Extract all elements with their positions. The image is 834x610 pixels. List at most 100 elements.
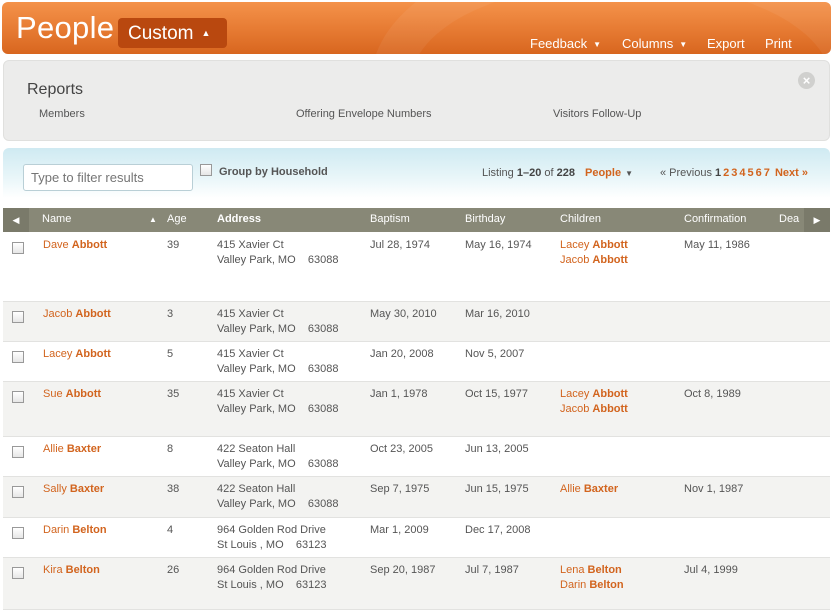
last-name: Abbott <box>65 388 102 400</box>
report-link-envelopes[interactable]: Offering Envelope Numbers <box>296 108 432 120</box>
first-name: Dave <box>43 239 69 251</box>
birthday-cell: Oct 15, 1977 <box>465 388 528 400</box>
page-link[interactable]: 5 <box>748 167 754 179</box>
page-link[interactable]: 7 <box>764 167 770 179</box>
table-row: Kira Belton 26 964 Golden Rod Drive St Loui… <box>3 558 830 610</box>
table-row: Sue Abbott 35 415 Xavier Ct Valley Park, MO… <box>3 382 830 437</box>
person-name-link[interactable]: Sue Abbott <box>43 387 101 402</box>
confirmation-cell: Nov 1, 1987 <box>684 483 744 495</box>
group-by-household-label: Group by Household <box>219 166 328 178</box>
first-name: Allie <box>43 443 64 455</box>
page-link[interactable]: 2 <box>723 167 729 179</box>
report-link-members[interactable]: Members <box>39 108 85 120</box>
group-by-household-checkbox[interactable] <box>200 164 212 176</box>
baptism-cell: Mar 1, 2009 <box>370 524 429 536</box>
columns-menu[interactable]: Columns ▼ <box>622 36 687 51</box>
address-line2: Valley Park, MO 63088 <box>217 254 339 266</box>
age-cell: 8 <box>167 443 174 455</box>
column-baptism[interactable]: Baptism <box>370 213 410 225</box>
baptism-cell: May 30, 2010 <box>370 308 437 320</box>
row-checkbox[interactable] <box>12 242 24 254</box>
child-link[interactable]: Lacey Abbott <box>560 387 628 402</box>
birthday-cell: May 16, 1974 <box>465 239 532 251</box>
pagination: « Previous 1234567 Next » <box>660 167 808 179</box>
address-line1: 422 Seaton Hall <box>217 443 296 455</box>
last-name: Abbott <box>71 239 108 251</box>
address-line1: 415 Xavier Ct <box>217 308 284 320</box>
row-checkbox[interactable] <box>12 567 24 579</box>
caret-up-icon: ▲ <box>201 28 211 38</box>
person-name-link[interactable]: Darin Belton <box>43 523 107 538</box>
child-link[interactable]: Lena Belton <box>560 563 622 578</box>
close-icon[interactable]: × <box>798 72 815 89</box>
child-first-name: Lacey <box>560 239 590 251</box>
address-line2: Valley Park, MO 63088 <box>217 498 339 510</box>
child-link[interactable]: Darin Belton <box>560 578 624 593</box>
baptism-cell: Jan 1, 1978 <box>370 388 428 400</box>
person-name-link[interactable]: Allie Baxter <box>43 442 101 457</box>
page-link[interactable]: 4 <box>739 167 745 179</box>
listing-count: Listing 1–20 of 228 <box>482 167 575 179</box>
child-first-name: Lacey <box>560 388 590 400</box>
sort-asc-icon: ▲ <box>149 215 157 224</box>
people-dropdown[interactable]: People ▼ <box>585 167 633 179</box>
address-line2: St Louis , MO 63123 <box>217 539 327 551</box>
row-checkbox[interactable] <box>12 351 24 363</box>
birthday-cell: Dec 17, 2008 <box>465 524 531 536</box>
last-name: Abbott <box>75 348 111 360</box>
baptism-cell: Sep 7, 1975 <box>370 483 430 495</box>
row-checkbox[interactable] <box>12 486 24 498</box>
birthday-cell: Mar 16, 2010 <box>465 308 530 320</box>
table-row: Dave Abbott 39 415 Xavier Ct Valley Park, M… <box>3 233 830 302</box>
row-checkbox[interactable] <box>12 391 24 403</box>
person-name-link[interactable]: Kira Belton <box>43 563 100 578</box>
page-link[interactable]: 3 <box>731 167 737 179</box>
address-line1: 415 Xavier Ct <box>217 348 284 360</box>
print-link[interactable]: Print <box>765 36 792 51</box>
report-link-visitors[interactable]: Visitors Follow-Up <box>553 108 641 120</box>
view-selector-label: Custom <box>128 23 194 44</box>
column-confirmation[interactable]: Confirmation <box>684 213 746 225</box>
column-name[interactable]: Name <box>42 213 71 225</box>
feedback-menu[interactable]: Feedback ▼ <box>530 36 601 51</box>
child-link[interactable]: Jacob Abbott <box>560 402 628 417</box>
row-checkbox[interactable] <box>12 446 24 458</box>
child-link[interactable]: Jacob Abbott <box>560 253 628 268</box>
child-first-name: Jacob <box>560 403 590 415</box>
person-name-link[interactable]: Jacob Abbott <box>43 307 111 322</box>
birthday-cell: Jun 15, 1975 <box>465 483 529 495</box>
column-death[interactable]: Dea <box>779 213 799 225</box>
child-last-name: Abbott <box>592 388 628 400</box>
column-age[interactable]: Age <box>167 213 187 225</box>
reports-title: Reports <box>27 81 84 98</box>
row-checkbox[interactable] <box>12 527 24 539</box>
prev-link[interactable]: « Previous <box>660 167 712 179</box>
column-children[interactable]: Children <box>560 213 601 225</box>
export-link[interactable]: Export <box>707 36 745 51</box>
row-checkbox[interactable] <box>12 311 24 323</box>
page-title: People <box>16 10 115 45</box>
next-link[interactable]: Next » <box>775 167 808 179</box>
confirmation-cell: Oct 8, 1989 <box>684 388 741 400</box>
scroll-left-icon[interactable]: ◀ <box>3 208 29 232</box>
child-link[interactable]: Lacey Abbott <box>560 238 628 253</box>
person-name-link[interactable]: Dave Abbott <box>43 238 107 253</box>
reports-panel: Reports Members Offering Envelope Number… <box>3 60 830 141</box>
filter-input[interactable] <box>23 164 193 191</box>
person-name-link[interactable]: Lacey Abbott <box>43 347 111 362</box>
address-line2: St Louis , MO 63123 <box>217 579 327 591</box>
first-name: Sue <box>43 388 63 400</box>
address-line2: Valley Park, MO 63088 <box>217 403 339 415</box>
scroll-right-icon[interactable]: ▶ <box>804 208 830 232</box>
child-link[interactable]: Allie Baxter <box>560 482 618 497</box>
view-selector-button[interactable]: Custom ▲ <box>118 18 227 48</box>
listing-of: of <box>541 167 557 179</box>
app-header: People Custom ▲ Feedback ▼ Columns ▼ Export… <box>2 2 831 54</box>
child-first-name: Allie <box>560 483 581 495</box>
person-name-link[interactable]: Sally Baxter <box>43 482 104 497</box>
column-address[interactable]: Address <box>217 213 261 225</box>
column-birthday[interactable]: Birthday <box>465 213 505 225</box>
page-link[interactable]: 6 <box>756 167 762 179</box>
baptism-cell: Jan 20, 2008 <box>370 348 434 360</box>
confirmation-cell: May 11, 1986 <box>684 239 750 251</box>
